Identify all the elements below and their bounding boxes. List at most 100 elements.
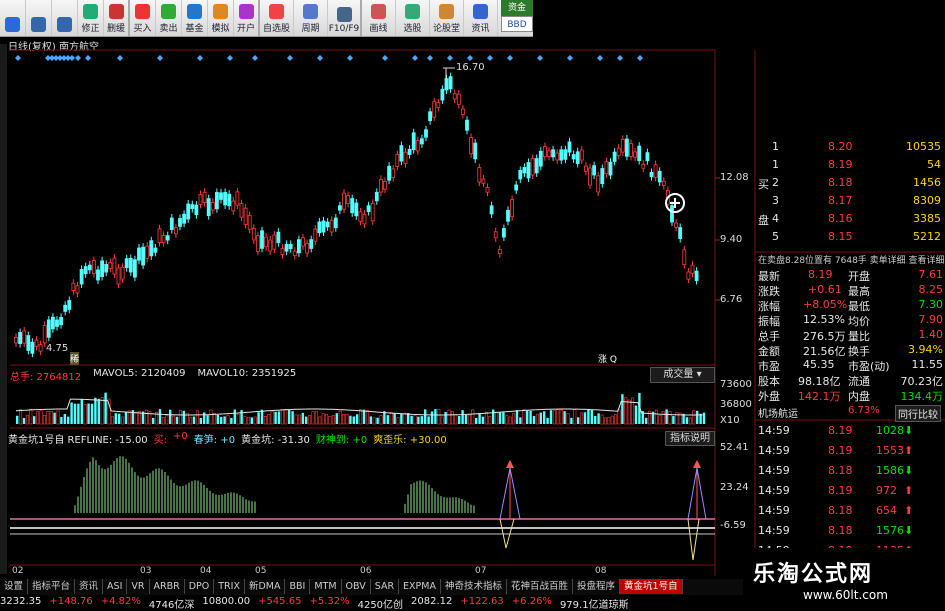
candle-body (161, 235, 166, 244)
candle-body (649, 172, 654, 178)
volume-bar (696, 410, 699, 424)
tab-item[interactable]: OBV (342, 579, 371, 594)
signal-diamond (412, 55, 418, 61)
candle-body (456, 93, 461, 106)
candle-body (530, 158, 535, 176)
volume-bar (53, 412, 56, 424)
tab-item[interactable]: SAR (371, 579, 400, 594)
volume-bar (587, 409, 590, 424)
tab-item[interactable]: 花神百战百胜 (507, 579, 574, 594)
volume-bar (314, 411, 318, 425)
volume-bar (288, 409, 291, 424)
pending-order-line[interactable]: 在卖盘8.28位置有 7648手 卖单详细 查看详细 (758, 253, 945, 266)
tab-item[interactable]: TRIX (214, 579, 245, 594)
tab-item[interactable]: DPO (185, 579, 215, 594)
volume-bar (498, 412, 502, 424)
candle-body (543, 146, 547, 158)
candle-body (165, 235, 170, 241)
volume-bar (356, 414, 359, 424)
signal-diamond (347, 55, 353, 61)
tab-item[interactable]: BBI (285, 579, 311, 594)
tab-item[interactable]: 设置 (0, 579, 29, 594)
candle-body (465, 119, 469, 131)
tab-item[interactable]: MTM (310, 579, 342, 594)
volume-bar (63, 414, 66, 424)
volume-bar (22, 417, 26, 424)
volume-bar (233, 409, 236, 424)
signal-diamond (637, 55, 643, 61)
tab-item[interactable]: 指标平台 (28, 579, 76, 594)
watermark-url: www.60lt.com (803, 588, 888, 602)
signal-diamond (507, 55, 513, 61)
tab-item[interactable]: 资讯 (75, 579, 104, 594)
volume-bar (512, 413, 516, 425)
signal-diamond (427, 55, 433, 61)
candle-body (317, 221, 322, 234)
candle-body (227, 193, 232, 207)
tab-item[interactable]: EXPMA (399, 579, 441, 594)
candle-body (51, 316, 55, 330)
volume-bar (60, 416, 63, 424)
volume-bar (488, 416, 492, 425)
candle-body (313, 228, 318, 242)
volume-bar (645, 417, 648, 424)
tab-item[interactable]: VR (127, 579, 150, 594)
signal-diamonds (15, 55, 643, 61)
candle-body (354, 202, 359, 217)
candle-body (38, 344, 43, 352)
volume-bar (515, 410, 519, 424)
volume-bar (600, 414, 604, 425)
volume-bar (610, 415, 614, 425)
volume-bar (175, 416, 179, 424)
tab-item[interactable]: 黄金坑1号自 (620, 579, 683, 594)
order-level: 5 8.15 5212 (772, 230, 941, 243)
tab-item[interactable]: ASI (103, 579, 128, 594)
price-axis-label: 12.08 (720, 172, 749, 183)
candle-body (301, 237, 305, 247)
volume-bar (420, 416, 423, 424)
tab-item[interactable]: ARBR (150, 579, 185, 594)
indicator-item: 买: (153, 435, 168, 446)
indicator-help-button[interactable]: 指标说明 (665, 431, 715, 446)
volume-bar (195, 410, 199, 425)
candle-body (653, 164, 658, 178)
candle-body (514, 184, 519, 191)
volume-bar (206, 415, 209, 424)
indicator-item: 黄金坑: -31.30 (241, 435, 310, 446)
volume-bar (464, 414, 468, 424)
candle-body (497, 249, 502, 255)
candle-body (268, 239, 273, 252)
x-axis-label: 02 (12, 566, 24, 576)
volume-bar (83, 404, 87, 425)
candle-body (145, 245, 150, 259)
candle-body (182, 213, 187, 224)
volume-bar (100, 397, 104, 425)
volume-bar (478, 413, 481, 424)
volume-bar (437, 408, 441, 425)
volume-type-button[interactable]: 成交量 ▾ (650, 367, 715, 383)
indicator-axis-label: 23.24 (720, 482, 749, 493)
volume-bar (369, 416, 372, 424)
candle-body (128, 258, 133, 273)
candle-body (661, 180, 666, 187)
candle-body (272, 234, 277, 250)
volume-bar (277, 411, 281, 424)
volume-bar (284, 408, 288, 425)
indicator-item: 财神到: +0 (315, 435, 368, 446)
volume-bar (484, 411, 488, 425)
industry-row[interactable]: 机场航运 6.73% 同行比较 (758, 405, 945, 422)
volume-bar (702, 412, 706, 424)
tab-item[interactable]: 投盘程序 (573, 579, 621, 594)
tab-item[interactable]: 新DMA (245, 579, 286, 594)
candle-body (428, 111, 433, 122)
candle-body (378, 178, 383, 193)
candle-body (477, 167, 482, 183)
volume-bar (36, 411, 40, 425)
candle-body (358, 211, 363, 222)
candle-body (682, 249, 687, 266)
candle-body (625, 138, 629, 157)
volume-bar (73, 403, 77, 424)
volume-bar (253, 416, 257, 425)
tab-item[interactable]: 神奇技术指标 (441, 579, 507, 594)
volume-bar (502, 412, 505, 424)
